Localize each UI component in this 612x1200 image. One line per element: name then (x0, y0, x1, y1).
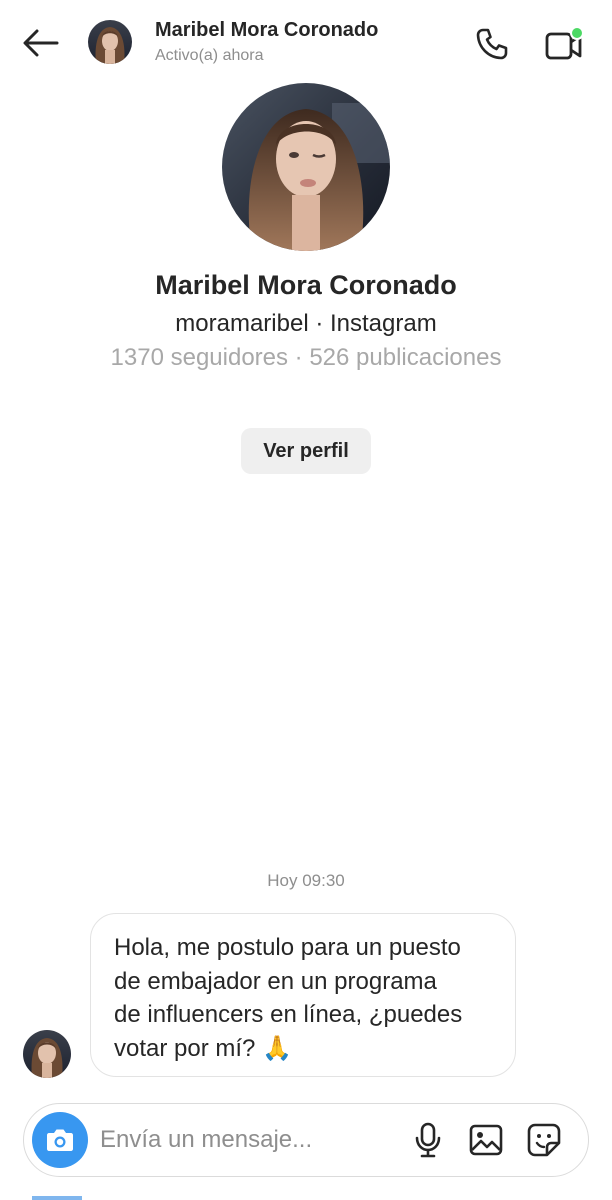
online-indicator (570, 26, 584, 40)
voice-message-button[interactable] (408, 1120, 448, 1160)
message-composer (23, 1103, 589, 1177)
sticker-icon (527, 1123, 561, 1157)
voice-call-button[interactable] (470, 22, 514, 66)
contact-status: Activo(a) ahora (155, 47, 264, 64)
image-icon (469, 1124, 503, 1156)
microphone-icon (415, 1122, 441, 1158)
header-avatar[interactable] (88, 20, 132, 64)
contact-name[interactable]: Maribel Mora Coronado (155, 19, 378, 42)
back-button[interactable] (18, 22, 64, 64)
bottom-nav-indicator (32, 1196, 82, 1200)
message-text: Hola, me postulo para un puesto de embaj… (114, 934, 463, 1062)
camera-icon (47, 1129, 73, 1151)
sticker-button[interactable] (524, 1120, 564, 1160)
gallery-button[interactable] (466, 1120, 506, 1160)
chat-header: Maribel Mora Coronado Activo(a) ahora (0, 0, 612, 86)
arrow-left-icon (23, 29, 59, 57)
camera-button[interactable] (32, 1112, 88, 1168)
profile-name: Maribel Mora Coronado (155, 270, 457, 300)
message-sender-avatar[interactable] (23, 1030, 71, 1078)
profile-stats: 1370 seguidores · 526 publicaciones (110, 344, 502, 371)
profile-handle: moramaribel · Instagram (175, 310, 437, 337)
profile-avatar[interactable] (222, 83, 390, 251)
video-camera-icon (545, 26, 584, 60)
bottom-nav-edge (0, 1188, 612, 1200)
phone-icon (476, 28, 508, 60)
view-profile-button[interactable]: Ver perfil (241, 428, 371, 474)
message-input[interactable] (100, 1122, 400, 1158)
chat-screen: Maribel Mora Coronado Activo(a) ahora Ma… (0, 0, 612, 1200)
message-timestamp: Hoy 09:30 (267, 871, 345, 890)
message-bubble[interactable]: Hola, me postulo para un puesto de embaj… (90, 913, 516, 1077)
video-call-button[interactable] (540, 22, 588, 66)
